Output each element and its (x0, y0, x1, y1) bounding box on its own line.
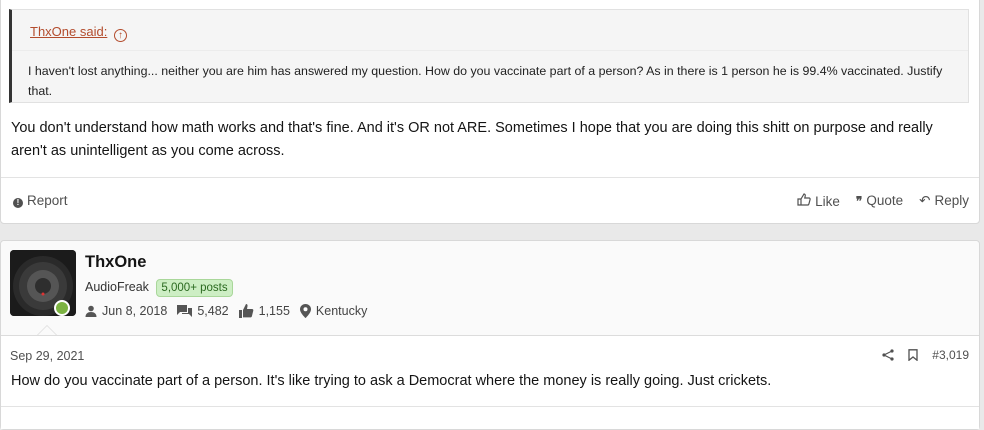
message-main: Sep 29, 2021 #3,019 How do you vaccinate… (1, 336, 979, 429)
post-actions: Like ❞ Quote ↶ Reply (797, 193, 969, 209)
reply-label: Reply (934, 193, 969, 208)
user-icon (85, 305, 97, 317)
location-stat: Kentucky (299, 304, 367, 318)
online-status-icon (54, 300, 70, 316)
report-button[interactable]: ! Report (13, 193, 68, 208)
map-pin-icon (299, 304, 311, 318)
message-count: 5,482 (197, 304, 229, 318)
quote-block: ThxOne said: ↑ I haven't lost anything..… (9, 9, 969, 103)
joined-stat: Jun 8, 2018 (85, 304, 167, 318)
username-link[interactable]: ThxOne (85, 253, 146, 272)
post-message: ThxOne AudioFreak 5,000+ posts Jun 8, 20… (0, 240, 980, 430)
joined-date: Jun 8, 2018 (102, 304, 168, 318)
post-meta: #3,019 (882, 348, 969, 362)
like-button[interactable]: Like (797, 193, 840, 209)
alert-icon: ! (13, 198, 23, 208)
comments-icon (177, 304, 193, 317)
reply-icon: ↶ (919, 193, 931, 208)
speech-pointer (37, 325, 57, 335)
user-title: AudioFreak 5,000+ posts (85, 279, 233, 297)
user-location[interactable]: Kentucky (316, 304, 367, 318)
bookmark-icon[interactable] (908, 349, 918, 361)
quote-author-link[interactable]: ThxOne said: (30, 24, 107, 39)
reply-button[interactable]: ↶ Reply (919, 193, 969, 209)
like-label: Like (815, 194, 840, 209)
share-icon[interactable] (882, 349, 894, 361)
user-header: ThxOne AudioFreak 5,000+ posts Jun 8, 20… (1, 241, 979, 335)
post-number[interactable]: #3,019 (932, 348, 969, 362)
quote-button[interactable]: ❞ Quote (856, 193, 903, 209)
jump-up-icon[interactable]: ↑ (113, 29, 127, 42)
footer-divider (1, 406, 979, 407)
quote-text: I haven't lost anything... neither you a… (28, 64, 943, 98)
footer-divider (1, 177, 979, 178)
quote-icon: ❞ (855, 194, 863, 208)
thumbs-up-icon (797, 193, 811, 206)
reactions-stat: 1,155 (238, 304, 290, 318)
quote-label: Quote (866, 193, 904, 208)
quote-header[interactable]: ThxOne said: ↑ (30, 24, 127, 42)
report-label: Report (27, 193, 68, 208)
user-rank: AudioFreak (85, 280, 149, 294)
thumbs-up-filled-icon (238, 304, 253, 318)
user-stats: Jun 8, 2018 5,482 1,155 Kentucky (85, 304, 367, 318)
post-date[interactable]: Sep 29, 2021 (10, 349, 84, 363)
reaction-count: 1,155 (258, 304, 290, 318)
messages-stat: 5,482 (177, 304, 229, 318)
post-body: You don't understand how math works and … (11, 120, 933, 159)
quote-divider (12, 50, 968, 51)
post-body: How do you vaccinate part of a person. I… (11, 373, 772, 389)
post-count-badge: 5,000+ posts (156, 279, 233, 297)
post-reply: ThxOne said: ↑ I haven't lost anything..… (0, 0, 980, 224)
